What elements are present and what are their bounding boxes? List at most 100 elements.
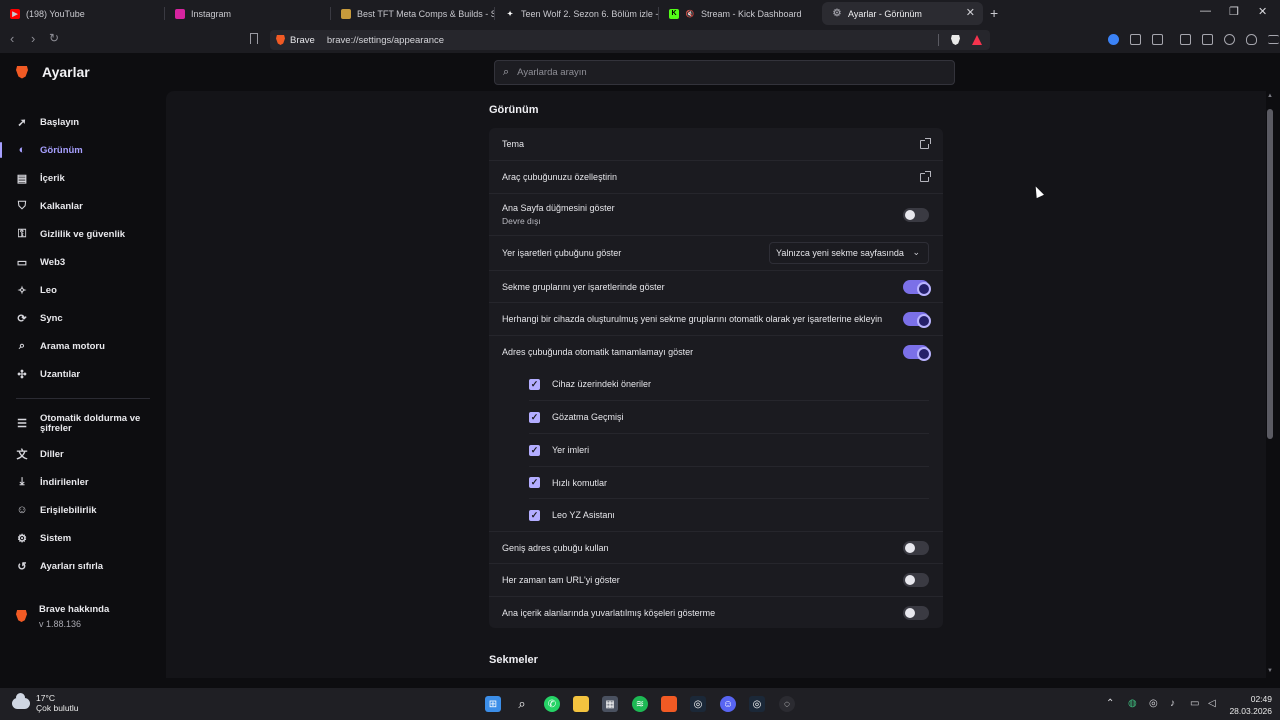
scroll-down-icon[interactable]: ▼ [1266, 668, 1274, 674]
windows-start-icon[interactable]: ⊞ [485, 696, 501, 712]
rewards-icon[interactable] [972, 35, 982, 45]
steam-icon[interactable]: ◎ [690, 696, 706, 712]
address-bar[interactable]: Brave brave://settings/appearance [270, 30, 990, 50]
sidebar-item-leo[interactable]: ✧ Leo [0, 276, 166, 304]
back-button[interactable]: ‹ [10, 31, 14, 46]
tab-youtube[interactable]: ▶ (198) YouTube [0, 2, 165, 25]
minimize-button[interactable]: — [1200, 5, 1211, 17]
network-icon[interactable]: ▭ [1190, 698, 1199, 709]
autocomplete-option[interactable]: ✓ Yer imleri [529, 433, 929, 466]
search-icon[interactable]: ⌕ [514, 696, 530, 712]
sidebar-icon[interactable] [1180, 34, 1191, 45]
sidebar-item-languages[interactable]: 文 Diller [0, 440, 166, 468]
autocomplete-option[interactable]: ✓ Leo YZ Asistanı [529, 498, 929, 531]
sidebar-item-autofill[interactable]: ☰ Otomatik doldurma ve şifreler [0, 410, 166, 438]
full-url-toggle[interactable] [903, 573, 929, 587]
media-icon[interactable] [1152, 34, 1163, 45]
brave-browser-icon[interactable] [661, 696, 677, 712]
bookmarks-bar-select[interactable]: Yalnızca yeni sekme sayfasında ⌄ [769, 242, 929, 264]
sidebar-item-sync[interactable]: ⟳ Sync [0, 304, 166, 332]
external-link-icon[interactable] [920, 170, 931, 182]
sidebar-item-web3[interactable]: ▭ Web3 [0, 248, 166, 276]
checkbox-checked[interactable]: ✓ [529, 444, 540, 456]
search-input[interactable]: Ayarlarda arayın [517, 67, 587, 78]
appearance-card: Tema Araç çubuğunuzu özelleştirin Ana Sa… [489, 128, 943, 628]
rounded-corners-toggle[interactable] [903, 605, 929, 620]
sidebar-item-label: Görünüm [40, 144, 83, 156]
sidebar-item-accessibility[interactable]: ☺ Erişilebilirlik [0, 496, 166, 524]
wallet-icon[interactable] [1202, 34, 1213, 45]
microphone-icon[interactable]: ♪ [1170, 698, 1175, 709]
vpn-icon[interactable] [1246, 34, 1257, 45]
sidebar-item-shields[interactable]: ⛉ Kalkanlar [0, 192, 166, 220]
window-close-button[interactable]: ✕ [1258, 5, 1267, 18]
discord-icon[interactable]: ☺ [720, 696, 736, 712]
checkbox-checked[interactable]: ✓ [529, 411, 540, 423]
whatsapp-icon[interactable]: ✆ [544, 696, 560, 712]
wide-address-toggle[interactable] [903, 540, 929, 555]
autocomplete-toggle[interactable] [903, 345, 931, 361]
brave-chip[interactable]: Brave [276, 35, 315, 46]
maximize-button[interactable]: ❐ [1229, 5, 1239, 18]
sidebar-item-appearance[interactable]: ◐ Görünüm [0, 136, 166, 164]
checkbox-checked[interactable]: ✓ [529, 378, 540, 390]
spotify-icon[interactable]: ≋ [632, 696, 648, 712]
scrollbar[interactable]: ▲ ▼ [1266, 91, 1274, 678]
checkbox-checked[interactable]: ✓ [529, 509, 540, 521]
autocomplete-option[interactable]: ✓ Hızlı komutlar [529, 466, 929, 498]
sidebar-item-search-engine[interactable]: ⌕ Arama motoru [0, 332, 166, 360]
reload-button[interactable]: ↻ [49, 31, 59, 45]
shields-icon[interactable] [951, 35, 960, 45]
tab-groups-bookmarks-toggle[interactable] [903, 279, 931, 296]
sidebar-item-get-started[interactable]: ➚ Başlayın [0, 108, 166, 136]
theme-row[interactable]: Tema [489, 128, 943, 160]
sidebar-item-downloads[interactable]: ⤓ İndirilenler [0, 468, 166, 496]
autocomplete-option[interactable]: ✓ Gözatma Geçmişi [529, 400, 929, 433]
tab-groups-auto-toggle[interactable] [903, 312, 931, 328]
option-label: Yer imleri [552, 445, 590, 455]
scrollbar-thumb[interactable] [1267, 109, 1273, 439]
bookmark-icon[interactable] [250, 33, 258, 44]
translate-icon: 文 [16, 449, 28, 461]
customize-toolbar-row[interactable]: Araç çubuğunuzu özelleştirin [489, 160, 943, 193]
scroll-up-icon[interactable]: ▲ [1266, 93, 1274, 99]
tab-tft[interactable]: Best TFT Meta Comps & Builds - Set [331, 2, 495, 25]
puzzle-icon[interactable] [1130, 34, 1141, 45]
app-icon[interactable]: ◌ [779, 696, 795, 712]
forward-button[interactable]: › [31, 31, 35, 46]
tab-settings[interactable]: ⚙ Ayarlar - Görünüm ✕ [822, 2, 983, 25]
file-explorer-icon[interactable] [573, 696, 589, 712]
extension-icon[interactable] [1108, 34, 1119, 45]
autocomplete-option[interactable]: ✓ Cihaz üzerindeki öneriler [529, 368, 929, 400]
url-text[interactable]: brave://settings/appearance [327, 35, 444, 46]
volume-icon[interactable]: ◁ [1208, 698, 1216, 709]
close-icon[interactable]: ✕ [966, 6, 975, 19]
clock[interactable]: 02:49 28.03.2026 [1226, 693, 1272, 717]
steam-icon[interactable]: ◎ [749, 696, 765, 712]
sidebar-item-reset[interactable]: ↺ Ayarları sıfırla [0, 552, 166, 580]
brand-label: Brave [290, 34, 315, 46]
home-button-toggle[interactable] [903, 207, 929, 222]
sidebar-item-label: Erişilebilirlik [40, 504, 97, 516]
tab-instagram[interactable]: Instagram [165, 2, 331, 25]
settings-search[interactable]: ⌕ Ayarlarda arayın [494, 60, 955, 85]
steam-tray-icon[interactable]: ◎ [1149, 698, 1158, 709]
sidebar-item-privacy[interactable]: ⚿ Gizlilik ve güvenlik [0, 220, 166, 248]
tray-app-icon[interactable]: ◍ [1128, 698, 1137, 709]
chevron-up-icon[interactable]: ⌃ [1106, 698, 1114, 709]
sidebar-item-extensions[interactable]: ✣ Uzantılar [0, 360, 166, 388]
tab-teen-wolf[interactable]: ✦ Teen Wolf 2. Sezon 6. Bölüm izle - 10 [495, 2, 659, 25]
row-label: Yer işaretleri çubuğunu göster [502, 248, 622, 258]
sidebar-item-system[interactable]: ⚙ Sistem [0, 524, 166, 552]
store-icon[interactable]: ▦ [602, 696, 618, 712]
new-tab-button[interactable]: + [990, 5, 998, 21]
weather-widget[interactable]: 17°C Çok bulutlu [12, 692, 79, 713]
mute-icon: 🔇 [685, 10, 695, 18]
leo-icon[interactable] [1224, 34, 1235, 45]
tab-kick[interactable]: K 🔇 Stream - Kick Dashboard [659, 2, 822, 25]
sidebar-item-about[interactable]: Brave hakkında v 1.88.136 [16, 604, 109, 629]
external-link-icon[interactable] [920, 137, 931, 149]
checkbox-checked[interactable]: ✓ [529, 477, 540, 488]
sidebar-item-content[interactable]: ▤ İçerik [0, 164, 166, 192]
menu-icon[interactable] [1268, 35, 1279, 44]
